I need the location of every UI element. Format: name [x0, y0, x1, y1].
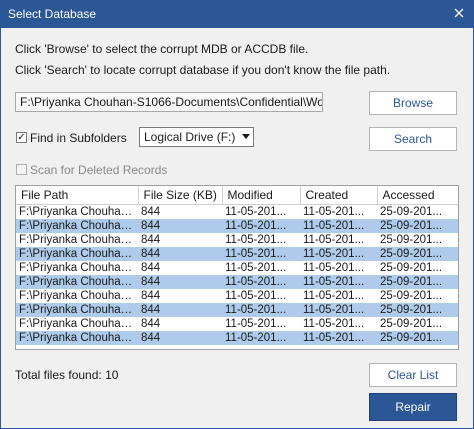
cell-accessed: 25-09-201... — [377, 246, 458, 261]
table-row[interactable]: F:\Priyanka Chouhan... 844 11-05-201... 11-… — [16, 261, 458, 275]
scan-deleted-checkbox[interactable] — [16, 164, 27, 175]
close-icon — [454, 8, 464, 18]
total-files-count: 10 — [105, 368, 119, 382]
cell-created: 11-05-201... — [300, 246, 377, 261]
cell-file-size: 844 — [138, 302, 222, 317]
cell-file-path: F:\Priyanka Chouhan... — [19, 289, 137, 302]
table-row[interactable]: F:\Priyanka Chouhan... 844 11-05-201... 11-… — [16, 218, 458, 233]
cell-file-path: F:\Priyanka Chouhan... — [16, 246, 138, 261]
cell-file-path: F:\Priyanka Chouhan... — [19, 205, 137, 218]
cell-accessed: 25-09-201... — [380, 317, 443, 330]
cell-modified: 11-05-201... — [222, 246, 300, 261]
cell-file-path: F:\Priyanka Chouhan... — [16, 302, 138, 317]
cell-modified: 11-05-201... — [225, 261, 287, 274]
cell-modified: 11-05-201... — [225, 205, 287, 218]
cell-modified: 11-05-201... — [222, 274, 300, 289]
file-path-field[interactable]: F:\Priyanka Chouhan-S1066-Documents\Conf… — [15, 92, 323, 112]
table-row[interactable]: F:\Priyanka Chouhan... 844 11-05-201... 11-… — [16, 302, 458, 317]
repair-button[interactable]: Repair — [369, 393, 457, 421]
clear-list-button[interactable]: Clear List — [369, 363, 457, 387]
table-row[interactable]: F:\Priyanka Chouhan... 844 11-05-201... 11-… — [16, 317, 458, 331]
cell-accessed: 25-09-201... — [377, 274, 458, 289]
cell-modified: 11-05-201... — [225, 317, 287, 330]
table-row[interactable]: F:\Priyanka Chouhan... 844 11-05-201... 11-… — [16, 233, 458, 247]
cell-created: 11-05-201... — [303, 317, 365, 330]
cell-accessed: 25-09-201... — [377, 218, 458, 233]
table-row[interactable]: F:\Priyanka Chouhan... 844 11-05-201... 11-… — [16, 204, 458, 219]
total-files-label: Total files found: — [15, 368, 102, 382]
cell-file-path: F:\Priyanka Chouhan... — [19, 317, 137, 330]
cell-file-path: F:\Priyanka Chouhan... — [16, 330, 138, 345]
cell-created: 11-05-201... — [300, 274, 377, 289]
cell-file-path: F:\Priyanka Chouhan... — [19, 233, 137, 246]
column-header-modified[interactable]: Modified — [222, 186, 301, 205]
cell-file-path: F:\Priyanka Chouhan... — [16, 218, 138, 233]
cell-file-size: 844 — [141, 261, 161, 274]
cell-created: 11-05-201... — [303, 233, 365, 246]
cell-file-size: 844 — [138, 330, 222, 345]
table-row[interactable]: F:\Priyanka Chouhan... 844 11-05-201... 11-… — [16, 246, 458, 261]
cell-modified: 11-05-201... — [225, 233, 287, 246]
table-header: File Path File Size (KB) Modified Create… — [16, 186, 458, 205]
cell-modified: 11-05-201... — [222, 302, 300, 317]
cell-created: 11-05-201... — [300, 302, 377, 317]
cell-modified: 11-05-201... — [222, 330, 300, 345]
close-button[interactable] — [448, 3, 470, 23]
cell-created: 11-05-201... — [303, 205, 365, 218]
browse-button[interactable]: Browse — [369, 91, 457, 115]
search-button[interactable]: Search — [369, 127, 457, 151]
cell-file-path: F:\Priyanka Chouhan... — [19, 261, 137, 274]
drive-select[interactable]: Logical Drive (F:) — [139, 127, 254, 147]
column-header-file-path[interactable]: File Path — [16, 186, 139, 205]
cell-file-size: 844 — [141, 317, 161, 330]
column-header-created[interactable]: Created — [300, 186, 378, 205]
cell-file-size: 844 — [141, 233, 161, 246]
cell-created: 11-05-201... — [303, 261, 365, 274]
column-header-file-size[interactable]: File Size (KB) — [138, 186, 223, 205]
cell-modified: 11-05-201... — [225, 289, 287, 302]
cell-created: 11-05-201... — [300, 330, 377, 345]
cell-modified: 11-05-201... — [222, 218, 300, 233]
cell-accessed: 25-09-201... — [380, 289, 443, 302]
file-table[interactable]: File Path File Size (KB) Modified Create… — [15, 185, 459, 350]
table-row[interactable]: F:\Priyanka Chouhan... 844 11-05-201... 11-… — [16, 289, 458, 303]
hint-browse: Click 'Browse' to select the corrupt MDB… — [15, 42, 309, 56]
cell-file-size: 844 — [138, 274, 222, 289]
cell-file-size: 844 — [141, 289, 161, 302]
cell-created: 11-05-201... — [303, 289, 365, 302]
title-bar: Select Database — [0, 0, 474, 28]
cell-accessed: 25-09-201... — [377, 302, 458, 317]
total-files: Total files found: 10 — [15, 368, 118, 382]
drive-select-value: Logical Drive (F:) — [144, 130, 236, 144]
cell-accessed: 25-09-201... — [377, 330, 458, 345]
window-title: Select Database — [8, 7, 97, 21]
cell-file-path: F:\Priyanka Chouhan... — [16, 274, 138, 289]
cell-accessed: 25-09-201... — [380, 261, 443, 274]
hint-search: Click 'Search' to locate corrupt databas… — [15, 63, 391, 77]
column-header-accessed[interactable]: Accessed — [377, 186, 458, 205]
table-row[interactable]: F:\Priyanka Chouhan... 844 11-05-201... 11-… — [16, 330, 458, 345]
chevron-down-icon — [242, 134, 250, 139]
table-row[interactable]: F:\Priyanka Chouhan... 844 11-05-201... 11-… — [16, 274, 458, 289]
find-in-subfolders-checkbox[interactable]: ✓ — [16, 132, 27, 143]
cell-accessed: 25-09-201... — [380, 233, 443, 246]
cell-file-size: 844 — [138, 246, 222, 261]
cell-accessed: 25-09-201... — [380, 205, 443, 218]
cell-file-size: 844 — [141, 205, 161, 218]
cell-file-size: 844 — [138, 218, 222, 233]
find-in-subfolders-label: Find in Subfolders — [30, 131, 127, 145]
scan-deleted-label: Scan for Deleted Records — [30, 163, 168, 177]
cell-created: 11-05-201... — [300, 218, 377, 233]
